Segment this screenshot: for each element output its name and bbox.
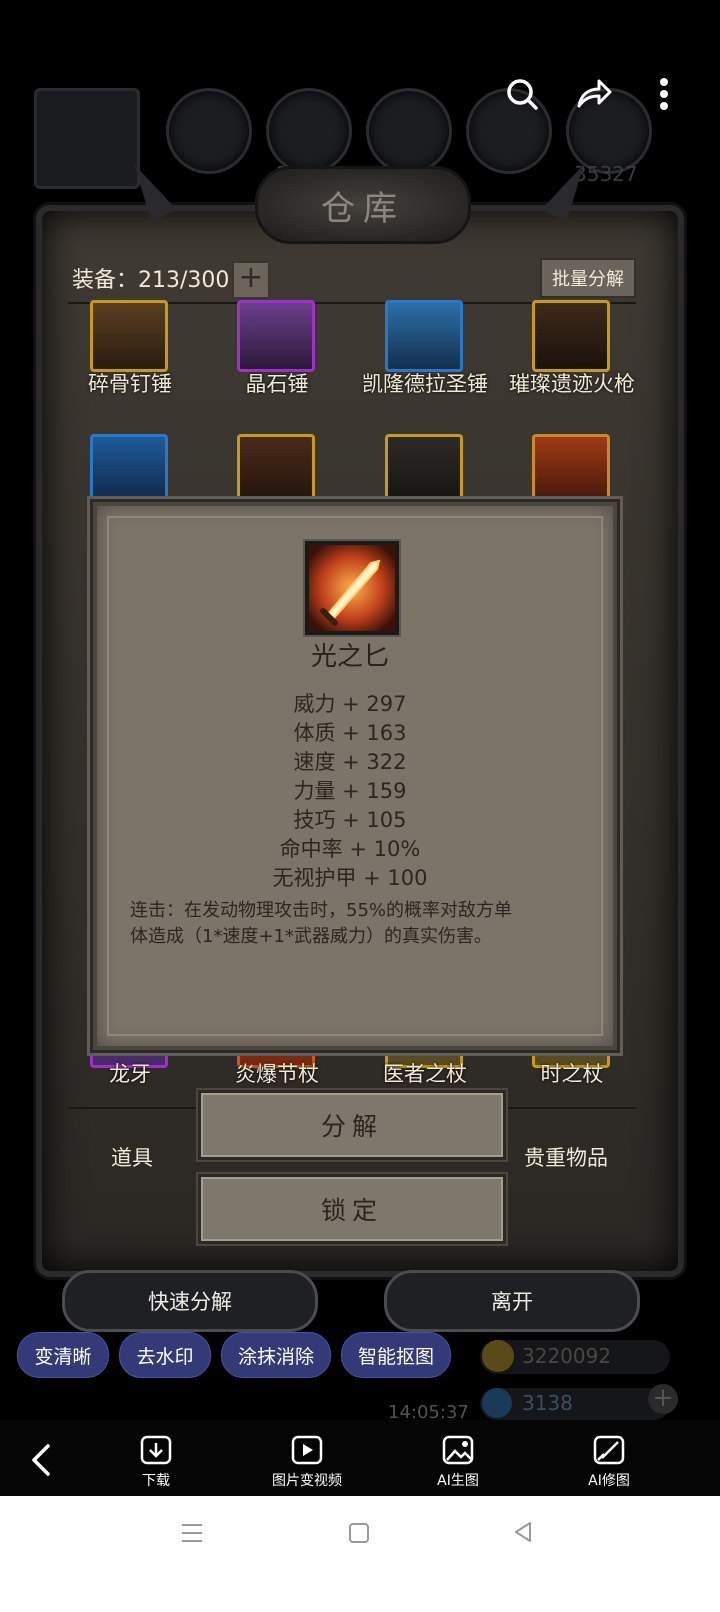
quick-decompose-button[interactable]: 快速分解 bbox=[62, 1270, 318, 1332]
ai-generate-label: AI生图 bbox=[437, 1473, 479, 1489]
system-nav-bar bbox=[0, 1496, 720, 1612]
item-name: 光之匕 bbox=[310, 642, 389, 672]
resource-slot-1 bbox=[166, 88, 252, 174]
smart-cutout-chip[interactable]: 智能抠图 bbox=[341, 1332, 451, 1378]
image-to-video-label: 图片变视频 bbox=[272, 1473, 342, 1489]
enhance-clarity-chip[interactable]: 变清晰 bbox=[17, 1332, 109, 1378]
ai-edit-label: AI修图 bbox=[588, 1473, 630, 1489]
item-label: 碎骨钉锤 bbox=[88, 372, 172, 396]
share-icon[interactable] bbox=[572, 72, 616, 116]
home-icon[interactable] bbox=[348, 1522, 370, 1548]
description-line: 连击：在发动物理攻击时，55%的概率对敌方单 bbox=[130, 900, 513, 921]
item-tile-holy-hammer[interactable] bbox=[385, 300, 463, 372]
tab-valuables[interactable]: 贵重物品 bbox=[524, 1142, 608, 1172]
dagger-icon bbox=[305, 541, 399, 635]
more-options-icon[interactable] bbox=[642, 72, 686, 116]
item-label: 炎爆节杖 bbox=[235, 1062, 319, 1086]
item-label: 晶石锤 bbox=[245, 372, 309, 396]
equipment-count: 装备：213/300 bbox=[72, 268, 230, 293]
gold-coin-icon bbox=[482, 1340, 514, 1372]
leave-button[interactable]: 离开 bbox=[384, 1270, 640, 1332]
item-label: 医者之杖 bbox=[383, 1062, 467, 1086]
item-tile[interactable] bbox=[385, 434, 463, 512]
item-tile-crystal-hammer[interactable] bbox=[237, 300, 315, 372]
item-tile-bone-hammer[interactable] bbox=[90, 300, 168, 372]
item-label: 凯隆德拉圣锤 bbox=[362, 372, 488, 396]
ai-image-icon bbox=[408, 1434, 508, 1470]
stat-strength: 力量 + 159 bbox=[293, 779, 407, 803]
skill-description: 连击：在发动物理攻击时，55%的概率对敌方单 体造成（1*速度+1*武器威力）的… bbox=[130, 898, 570, 950]
stat-constitution: 体质 + 163 bbox=[293, 721, 407, 745]
stat-armor-ignore: 无视护甲 + 100 bbox=[272, 866, 428, 890]
download-icon bbox=[106, 1434, 206, 1470]
tab-items[interactable]: 道具 bbox=[111, 1142, 153, 1172]
description-line: 体造成（1*速度+1*武器威力）的真实伤害。 bbox=[130, 926, 492, 947]
item-label: 时之杖 bbox=[540, 1062, 604, 1086]
item-label: 龙牙 bbox=[109, 1062, 151, 1086]
download-button[interactable]: 下载 bbox=[106, 1434, 206, 1490]
item-label: 璀璨遗迹火枪 bbox=[509, 372, 635, 396]
remove-watermark-chip[interactable]: 去水印 bbox=[119, 1332, 211, 1378]
erase-chip[interactable]: 涂抹消除 bbox=[221, 1332, 331, 1378]
warehouse-title: 仓库 bbox=[255, 166, 471, 244]
ai-edit-button[interactable]: AI修图 bbox=[559, 1434, 659, 1490]
download-label: 下载 bbox=[142, 1473, 170, 1489]
menu-icon[interactable] bbox=[180, 1522, 204, 1548]
search-icon[interactable] bbox=[500, 72, 544, 116]
item-tile[interactable] bbox=[237, 434, 315, 512]
video-icon bbox=[257, 1434, 357, 1470]
ai-edit-icon bbox=[559, 1434, 659, 1470]
item-tile[interactable] bbox=[532, 434, 610, 512]
stat-hit-rate: 命中率 + 10% bbox=[279, 837, 421, 861]
batch-decompose-button[interactable]: 批量分解 bbox=[540, 258, 636, 298]
gem-icon bbox=[482, 1388, 512, 1418]
gold-amount: 3220092 bbox=[522, 1344, 612, 1368]
item-tile[interactable] bbox=[90, 434, 168, 512]
ai-generate-button[interactable]: AI生图 bbox=[408, 1434, 508, 1490]
back-icon[interactable] bbox=[28, 1442, 52, 1482]
stat-power: 威力 + 297 bbox=[293, 692, 407, 716]
stat-speed: 速度 + 322 bbox=[293, 750, 407, 774]
lock-button[interactable]: 锁定 bbox=[198, 1174, 506, 1244]
stat-skill: 技巧 + 105 bbox=[293, 808, 407, 832]
add-currency-icon: + bbox=[648, 1384, 678, 1414]
gem-amount: 3138 bbox=[522, 1391, 573, 1415]
image-to-video-button[interactable]: 图片变视频 bbox=[257, 1434, 357, 1490]
expand-capacity-button[interactable]: + bbox=[232, 261, 270, 299]
item-tile-relic-musket[interactable] bbox=[532, 300, 610, 372]
decompose-button[interactable]: 分解 bbox=[198, 1090, 506, 1160]
back-nav-icon[interactable] bbox=[512, 1520, 534, 1548]
